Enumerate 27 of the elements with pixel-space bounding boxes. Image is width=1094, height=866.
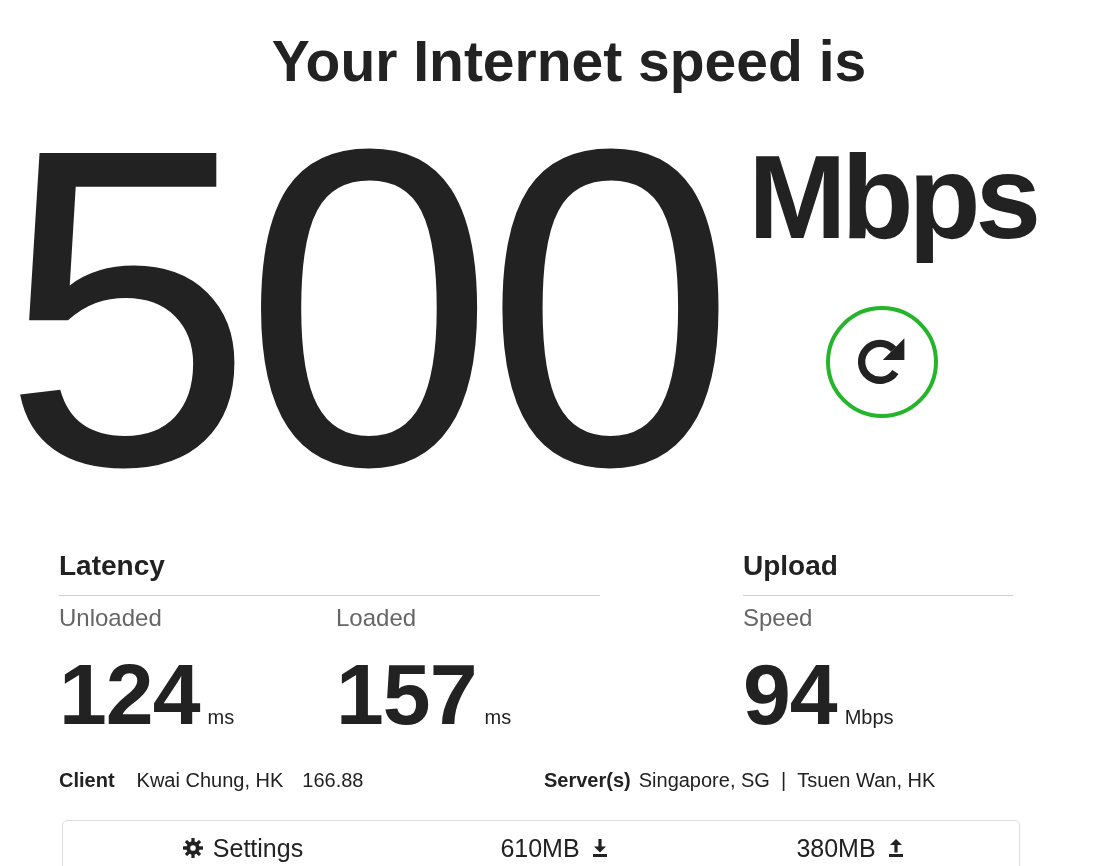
metric-label: Speed — [743, 603, 814, 633]
client-label: Client — [59, 769, 115, 792]
server-label: Server(s) — [544, 769, 631, 792]
download-icon — [591, 838, 608, 859]
section-heading: Upload — [743, 549, 1013, 596]
settings-button[interactable]: Settings — [182, 833, 304, 864]
metric-unit: ms — [207, 706, 235, 730]
speed-value: 500 — [2, 127, 727, 489]
upload-amount: 380MB — [796, 833, 876, 864]
metric-unit: Mbps — [844, 706, 894, 730]
server-location: Tsuen Wan, HK — [797, 769, 936, 792]
section-heading: Latency — [59, 549, 600, 596]
client-location: Kwai Chung, HK — [136, 769, 284, 792]
download-amount: 610MB — [500, 833, 580, 864]
upload-icon — [887, 838, 904, 859]
page-title: Your Internet speed is — [270, 28, 868, 95]
metric-value: 157 — [336, 651, 477, 738]
metric-value: 124 — [59, 651, 200, 738]
server-location: Singapore, SG — [638, 769, 770, 792]
client-ip: 166.88 — [302, 769, 364, 792]
metric-label: Unloaded — [59, 603, 163, 633]
metric-label: Loaded — [336, 603, 418, 633]
settings-icon — [182, 838, 203, 859]
metric-value: 94 — [743, 651, 837, 738]
speed-unit: Mbps — [748, 130, 1038, 266]
metric-unit: ms — [484, 706, 512, 730]
separator-text: | — [780, 769, 787, 792]
